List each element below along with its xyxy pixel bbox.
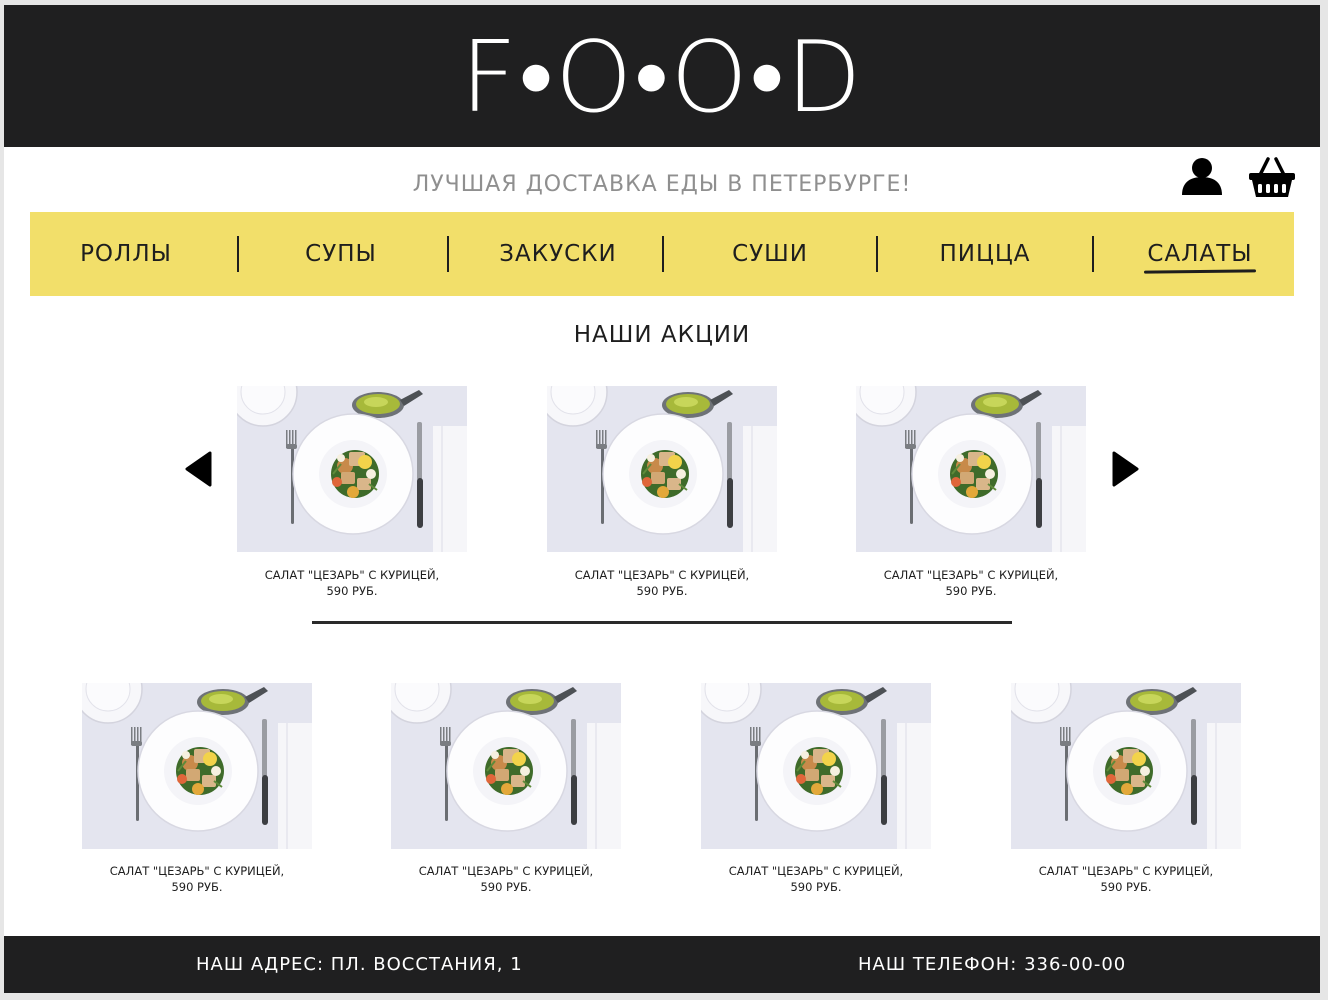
nav-item-pizza[interactable]: ПИЦЦА xyxy=(882,212,1088,296)
product-caption: САЛАТ "ЦЕЗАРЬ" С КУРИЦЕЙ, 590 РУБ. xyxy=(507,567,817,599)
product-price: 590 РУБ. xyxy=(1100,880,1152,894)
salad-photo xyxy=(1011,683,1241,849)
product-price: 590 РУБ. xyxy=(171,880,223,894)
product-price: 590 РУБ. xyxy=(790,880,842,894)
nav-divider xyxy=(876,236,878,272)
product-price: 590 РУБ. xyxy=(636,584,688,598)
product-name: САЛАТ "ЦЕЗАРЬ" С КУРИЦЕЙ, xyxy=(109,864,285,878)
product-name: САЛАТ "ЦЕЗАРЬ" С КУРИЦЕЙ, xyxy=(1038,864,1214,878)
product-card[interactable]: САЛАТ "ЦЕЗАРЬ" С КУРИЦЕЙ, 590 РУБ. xyxy=(391,683,621,894)
nav-item-snacks[interactable]: ЗАКУСКИ xyxy=(454,212,662,296)
page: F•O•O•D ЛУЧШАЯ ДОСТАВКА ЕДЫ В ПЕТЕРБУРГЕ… xyxy=(4,5,1320,993)
salad-photo xyxy=(237,386,467,552)
nav-divider xyxy=(237,236,239,272)
product-card[interactable]: САЛАТ "ЦЕЗАРЬ" С КУРИЦЕЙ, 590 РУБ. xyxy=(82,683,312,894)
product-caption: САЛАТ "ЦЕЗАРЬ" С КУРИЦЕЙ, 590 РУБ. xyxy=(816,567,1126,599)
tagline: ЛУЧШАЯ ДОСТАВКА ЕДЫ В ПЕТЕРБУРГЕ! xyxy=(412,172,912,197)
product-name: САЛАТ "ЦЕЗАРЬ" С КУРИЦЕЙ, xyxy=(264,568,440,582)
product-caption: САЛАТ "ЦЕЗАРЬ" С КУРИЦЕЙ, 590 РУБ. xyxy=(42,863,352,895)
nav-item-rolls[interactable]: РОЛЛЫ xyxy=(30,212,222,296)
nav-divider xyxy=(447,236,449,272)
user-icon[interactable] xyxy=(1180,155,1224,201)
product-name: САЛАТ "ЦЕЗАРЬ" С КУРИЦЕЙ, xyxy=(418,864,594,878)
carousel-prev-arrow-icon[interactable] xyxy=(184,451,214,487)
nav-divider xyxy=(662,236,664,272)
basket-icon[interactable] xyxy=(1248,155,1296,201)
product-caption: САЛАТ "ЦЕЗАРЬ" С КУРИЦЕЙ, 590 РУБ. xyxy=(661,863,971,895)
nav-divider xyxy=(1092,236,1094,272)
promo-title: НАШИ АКЦИИ xyxy=(573,322,751,348)
promo-card[interactable]: САЛАТ "ЦЕЗАРЬ" С КУРИЦЕЙ, 590 РУБ. xyxy=(237,386,467,598)
nav-item-soups[interactable]: СУПЫ xyxy=(244,212,438,296)
product-card[interactable]: САЛАТ "ЦЕЗАРЬ" С КУРИЦЕЙ, 590 РУБ. xyxy=(1011,683,1241,894)
footer-phone[interactable]: НАШ ТЕЛЕФОН: 336-00-00 xyxy=(858,936,1126,993)
product-caption: САЛАТ "ЦЕЗАРЬ" С КУРИЦЕЙ, 590 РУБ. xyxy=(197,567,507,599)
product-card[interactable]: САЛАТ "ЦЕЗАРЬ" С КУРИЦЕЙ, 590 РУБ. xyxy=(701,683,931,894)
product-price: 590 РУБ. xyxy=(945,584,997,598)
site-header: F•O•O•D xyxy=(4,5,1320,147)
product-caption: САЛАТ "ЦЕЗАРЬ" С КУРИЦЕЙ, 590 РУБ. xyxy=(971,863,1281,895)
site-footer: НАШ АДРЕС: ПЛ. ВОССТАНИЯ, 1 НАШ ТЕЛЕФОН:… xyxy=(4,936,1320,993)
product-price: 590 РУБ. xyxy=(326,584,378,598)
product-caption: САЛАТ "ЦЕЗАРЬ" С КУРИЦЕЙ, 590 РУБ. xyxy=(351,863,661,895)
salad-photo xyxy=(547,386,777,552)
product-name: САЛАТ "ЦЕЗАРЬ" С КУРИЦЕЙ, xyxy=(574,568,750,582)
promo-card[interactable]: САЛАТ "ЦЕЗАРЬ" С КУРИЦЕЙ, 590 РУБ. xyxy=(856,386,1086,598)
product-name: САЛАТ "ЦЕЗАРЬ" С КУРИЦЕЙ, xyxy=(883,568,1059,582)
salad-photo xyxy=(391,683,621,849)
salad-photo xyxy=(82,683,312,849)
salad-photo xyxy=(856,386,1086,552)
product-price: 590 РУБ. xyxy=(480,880,532,894)
footer-address: НАШ АДРЕС: ПЛ. ВОССТАНИЯ, 1 xyxy=(196,954,523,975)
product-name: САЛАТ "ЦЕЗАРЬ" С КУРИЦЕЙ, xyxy=(728,864,904,878)
carousel-next-arrow-icon[interactable] xyxy=(1110,451,1140,487)
salad-photo xyxy=(701,683,931,849)
nav-item-salads-active[interactable]: САЛАТЫ xyxy=(1140,212,1260,296)
section-divider xyxy=(312,621,1012,624)
site-logo[interactable]: F•O•O•D xyxy=(4,23,1320,133)
nav-item-sushi[interactable]: СУШИ xyxy=(668,212,872,296)
promo-card[interactable]: САЛАТ "ЦЕЗАРЬ" С КУРИЦЕЙ, 590 РУБ. xyxy=(547,386,777,598)
category-nav: РОЛЛЫ СУПЫ ЗАКУСКИ СУШИ ПИЦЦА САЛАТЫ xyxy=(30,212,1294,296)
